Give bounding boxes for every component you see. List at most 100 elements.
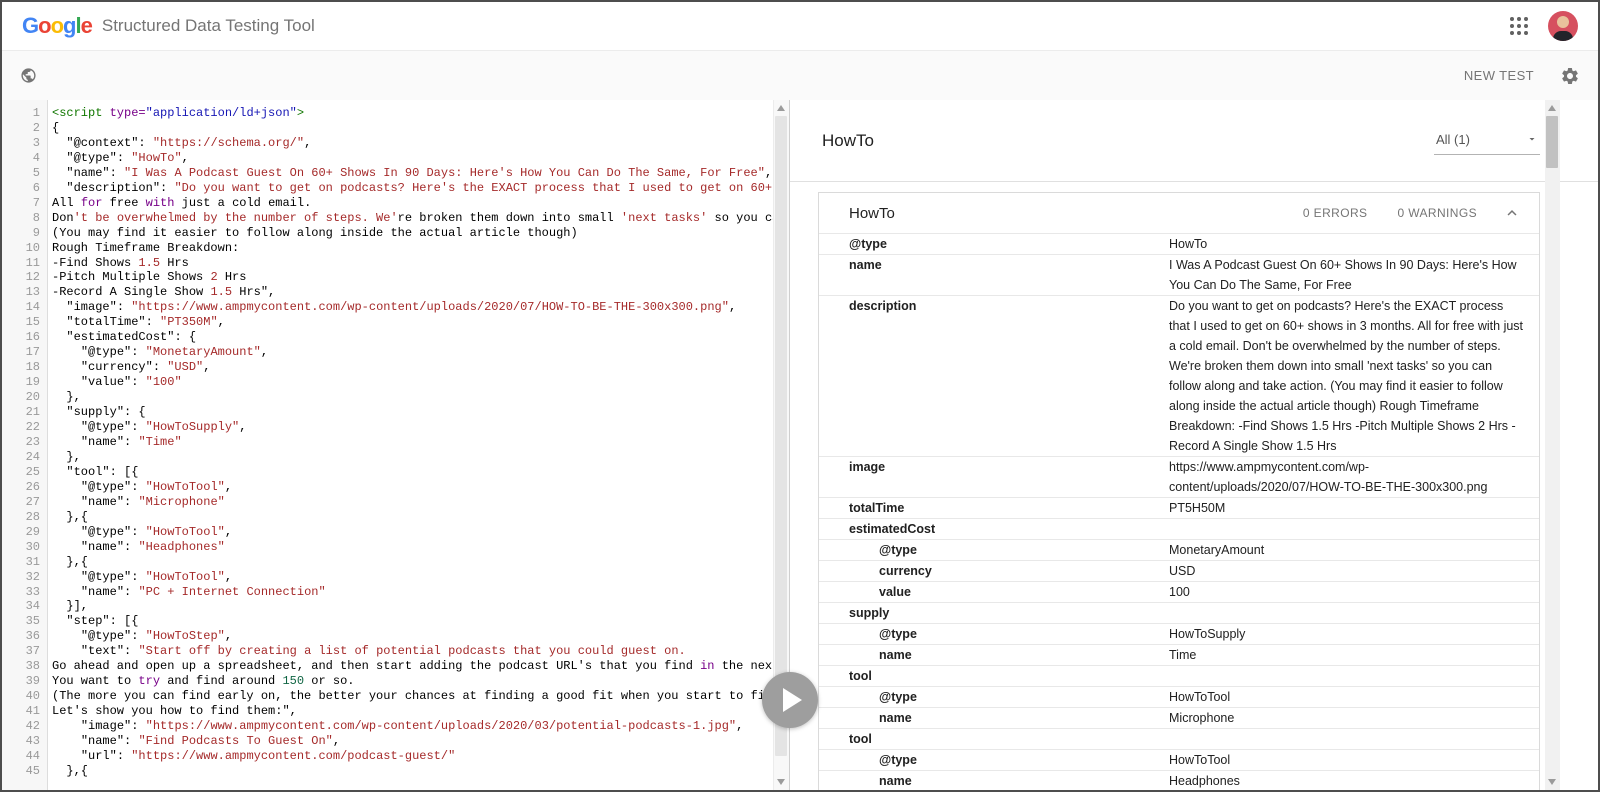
result-row[interactable]: nameI Was A Podcast Guest On 60+ Shows I…: [819, 254, 1539, 295]
code-line[interactable]: "value": "100": [52, 375, 789, 390]
line-number: 28: [2, 510, 40, 525]
code-line[interactable]: Rough Timeframe Breakdown:: [52, 241, 789, 256]
code-token-kw: in: [700, 659, 714, 673]
code-line[interactable]: },: [52, 390, 789, 405]
results-scrollbar-thumb[interactable]: [1546, 116, 1558, 168]
code-token-tag: <script: [52, 106, 110, 120]
property-key: estimatedCost: [819, 519, 1169, 539]
code-line[interactable]: "name": "Microphone": [52, 495, 789, 510]
code-token-str: "I Was A Podcast Guest On 60+ Shows In 9…: [124, 166, 765, 180]
result-row[interactable]: currencyUSD: [819, 560, 1539, 581]
line-number: 44: [2, 749, 40, 764]
code-line[interactable]: },: [52, 450, 789, 465]
result-row[interactable]: supply: [819, 602, 1539, 623]
results-scrollbar[interactable]: [1545, 100, 1560, 790]
result-row[interactable]: @typeHowTo: [819, 233, 1539, 254]
editor-scrollbar-thumb[interactable]: [775, 116, 787, 756]
user-avatar[interactable]: [1548, 11, 1578, 41]
gear-icon[interactable]: [1560, 66, 1580, 86]
code-line[interactable]: "name": "Time": [52, 435, 789, 450]
code-token-p: :: [117, 749, 131, 763]
code-line[interactable]: "name": "Headphones": [52, 540, 789, 555]
code-token-p: [52, 166, 66, 180]
code-line[interactable]: }],: [52, 599, 789, 614]
type-filter-dropdown[interactable]: All (1): [1434, 127, 1540, 155]
result-row[interactable]: @typeHowToTool: [819, 749, 1539, 770]
code-token-key: "value": [81, 375, 131, 389]
code-line[interactable]: },{: [52, 764, 789, 779]
code-line[interactable]: "name": "Find Podcasts To Guest On",: [52, 734, 789, 749]
code-line[interactable]: -Find Shows 1.5 Hrs: [52, 256, 789, 271]
code-line[interactable]: Don't be overwhelmed by the number of st…: [52, 211, 789, 226]
code-line[interactable]: "step": [{: [52, 614, 789, 629]
result-row[interactable]: estimatedCost: [819, 518, 1539, 539]
code-token-p: :: [153, 360, 167, 374]
line-number: 9: [2, 226, 40, 241]
code-line[interactable]: "totalTime": "PT350M",: [52, 315, 789, 330]
code-line[interactable]: "currency": "USD",: [52, 360, 789, 375]
property-value: Microphone: [1169, 708, 1539, 728]
code-token-tag: >: [297, 106, 304, 120]
code-line[interactable]: Go ahead and open up a spreadsheet, and …: [52, 659, 789, 674]
code-line[interactable]: "name": "I Was A Podcast Guest On 60+ Sh…: [52, 166, 789, 181]
code-line[interactable]: "@type": "MonetaryAmount",: [52, 345, 789, 360]
code-line[interactable]: -Pitch Multiple Shows 2 Hrs: [52, 270, 789, 285]
code-line[interactable]: "name": "PC + Internet Connection": [52, 585, 789, 600]
property-value: [1169, 666, 1539, 686]
code-line[interactable]: "text": "Start off by creating a list of…: [52, 644, 789, 659]
code-lines[interactable]: <script type="application/ld+json">{ "@c…: [48, 100, 789, 790]
code-line[interactable]: },{: [52, 555, 789, 570]
code-token-p: ,: [736, 719, 743, 733]
result-row[interactable]: descriptionDo you want to get on podcast…: [819, 295, 1539, 456]
code-line[interactable]: All for free with just a cold email.: [52, 196, 789, 211]
main-split: 1234567891011121314151617181920212223242…: [2, 100, 1598, 790]
result-row[interactable]: nameHeadphones: [819, 770, 1539, 790]
result-row[interactable]: nameMicrophone: [819, 707, 1539, 728]
code-line[interactable]: "@type": "HowToSupply",: [52, 420, 789, 435]
code-line[interactable]: (The more you can find early on, the bet…: [52, 689, 789, 704]
code-line[interactable]: "image": "https://www.ampmycontent.com/w…: [52, 719, 789, 734]
code-line[interactable]: {: [52, 121, 789, 136]
code-token-p: ,: [333, 734, 340, 748]
result-row[interactable]: totalTimePT5H50M: [819, 497, 1539, 518]
result-row[interactable]: tool: [819, 728, 1539, 749]
result-row[interactable]: imagehttps://www.ampmycontent.com/wp-con…: [819, 456, 1539, 497]
chevron-up-icon[interactable]: [1503, 204, 1521, 222]
code-line[interactable]: "estimatedCost": {: [52, 330, 789, 345]
result-row[interactable]: nameTime: [819, 644, 1539, 665]
scroll-down-arrow-icon[interactable]: [1548, 779, 1556, 785]
code-line[interactable]: You want to try and find around 150 or s…: [52, 674, 789, 689]
scroll-up-arrow-icon[interactable]: [1548, 105, 1556, 111]
result-row[interactable]: value100: [819, 581, 1539, 602]
code-line[interactable]: "@context": "https://schema.org/",: [52, 136, 789, 151]
result-row[interactable]: @typeHowToSupply: [819, 623, 1539, 644]
line-number: 31: [2, 555, 40, 570]
new-test-button[interactable]: NEW TEST: [1464, 68, 1534, 83]
code-editor[interactable]: 1234567891011121314151617181920212223242…: [2, 100, 790, 790]
scroll-up-arrow-icon[interactable]: [777, 105, 785, 111]
code-line[interactable]: "@type": "HowToTool",: [52, 525, 789, 540]
code-line[interactable]: <script type="application/ld+json">: [52, 106, 789, 121]
result-card-header[interactable]: HowTo 0 ERRORS 0 WARNINGS: [819, 193, 1539, 233]
code-token-p: [52, 315, 66, 329]
code-line[interactable]: "tool": [{: [52, 465, 789, 480]
code-line[interactable]: "@type": "HowToTool",: [52, 570, 789, 585]
code-line[interactable]: "supply": {: [52, 405, 789, 420]
code-line[interactable]: -Record A Single Show 1.5 Hrs",: [52, 285, 789, 300]
scroll-down-arrow-icon[interactable]: [777, 779, 785, 785]
code-line[interactable]: },{: [52, 510, 789, 525]
code-line[interactable]: "@type": "HowToStep",: [52, 629, 789, 644]
result-row[interactable]: @typeHowToTool: [819, 686, 1539, 707]
code-line[interactable]: "@type": "HowToTool",: [52, 480, 789, 495]
run-test-play-button[interactable]: [762, 672, 818, 728]
result-row[interactable]: tool: [819, 665, 1539, 686]
code-line[interactable]: "url": "https://www.ampmycontent.com/pod…: [52, 749, 789, 764]
apps-grid-icon[interactable]: [1510, 17, 1528, 35]
code-line[interactable]: (You may find it easier to follow along …: [52, 226, 789, 241]
code-token-key: "name": [81, 495, 124, 509]
code-line[interactable]: "image": "https://www.ampmycontent.com/w…: [52, 300, 789, 315]
code-line[interactable]: Let's show you how to find them:",: [52, 704, 789, 719]
code-line[interactable]: "@type": "HowTo",: [52, 151, 789, 166]
code-line[interactable]: "description": "Do you want to get on po…: [52, 181, 789, 196]
result-row[interactable]: @typeMonetaryAmount: [819, 539, 1539, 560]
